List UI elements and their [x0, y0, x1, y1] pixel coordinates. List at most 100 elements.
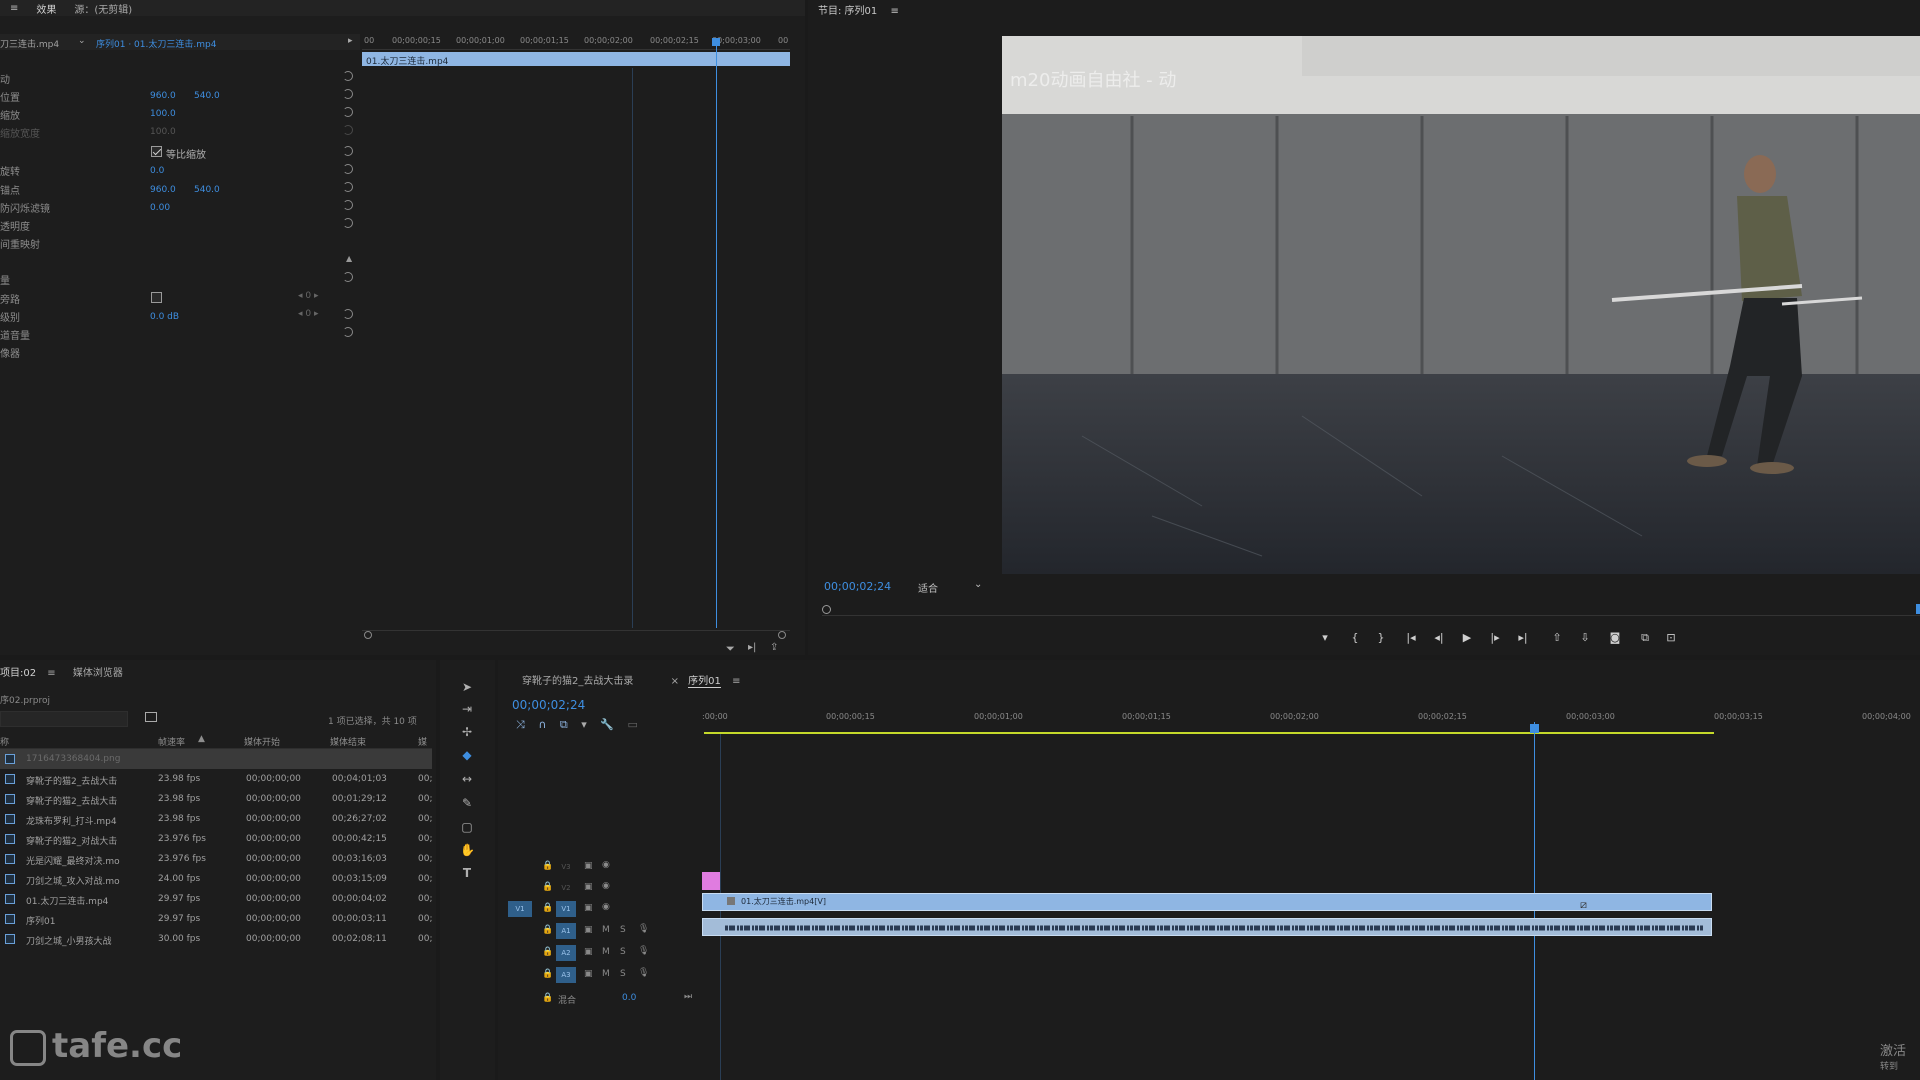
captions-icon[interactable]: ▭ — [627, 718, 637, 731]
list-item[interactable]: 穿靴子的猫2_去战大击 23.98 fps 00;00;00;00 00;01;29;… — [0, 789, 432, 809]
source-clip-name[interactable]: 刀三连击.mp4 — [0, 37, 59, 50]
tab-media-browser[interactable]: 媒体浏览器 — [73, 668, 123, 679]
list-item[interactable]: 刀剑之城_小男孩大战 30.00 fps 00;00;00;00 00;02;08;1… — [0, 929, 432, 949]
col-media-end[interactable]: 媒体结束 — [330, 735, 366, 748]
lock-icon[interactable]: 🔒 — [542, 993, 553, 1003]
solo-button[interactable]: S — [620, 969, 626, 979]
keyframe-nav[interactable]: ◂ 0 ▸ — [298, 291, 319, 301]
track-label[interactable]: V3 — [556, 859, 576, 875]
play-triangle-icon[interactable]: ▸ — [348, 36, 353, 46]
export-icon[interactable]: ⇪ — [770, 642, 778, 653]
track-select-tool-icon[interactable]: ⇥ — [460, 702, 474, 716]
mute-icon[interactable]: ▣ — [584, 925, 593, 935]
snap-icon[interactable]: ∩ — [538, 718, 546, 731]
mix-value[interactable]: 0.0 — [622, 993, 636, 1003]
project-search-input[interactable] — [0, 711, 128, 727]
camera-icon[interactable]: ◙ — [1608, 631, 1622, 645]
scroll-handle-right[interactable] — [778, 631, 786, 639]
track-label[interactable]: V2 — [556, 880, 576, 896]
selection-tool-icon[interactable]: ➤ — [460, 680, 474, 694]
razor-tool-icon[interactable]: ◆ — [460, 748, 474, 762]
solo-button[interactable]: S — [620, 925, 626, 935]
go-to-out-icon[interactable]: ▸| — [1516, 631, 1530, 645]
reset-icon[interactable] — [343, 200, 353, 210]
list-item[interactable]: 光是闪耀_最终对决.mo 23.976 fps 00;00;00;00 00;03;1… — [0, 849, 432, 869]
audio-clip-a1[interactable] — [702, 918, 1712, 936]
wrench-icon[interactable]: 🔧 — [600, 718, 614, 731]
eye-icon[interactable]: ◉ — [602, 902, 610, 912]
eye-icon[interactable]: ◉ — [602, 860, 610, 870]
tab-effect-controls[interactable]: 效果 — [36, 1, 56, 16]
reset-icon[interactable] — [343, 182, 353, 192]
mute-icon[interactable]: ▣ — [584, 947, 593, 957]
list-item[interactable]: 1716473368404.png — [0, 749, 432, 769]
solo-button[interactable]: S — [620, 947, 626, 957]
lock-icon[interactable]: 🔒 — [542, 903, 553, 913]
track-label[interactable]: V1 — [556, 901, 576, 917]
effect-ruler[interactable]: 00 00;00;00;15 00;00;01;00 00;00;01;15 0… — [362, 32, 790, 50]
linked-selection-icon[interactable]: ⧉ — [560, 718, 568, 731]
video-frame[interactable]: m20动画自由社 - 动 — [1002, 36, 1920, 574]
mute-button[interactable]: M — [602, 925, 610, 935]
tab-project[interactable]: 项目:02 — [0, 668, 36, 679]
add-marker-icon[interactable]: ▾ — [1318, 631, 1332, 645]
timeline-timecode[interactable]: 00;00;02;24 — [512, 698, 585, 712]
effect-zoom-scrollbar[interactable] — [362, 630, 790, 640]
close-icon[interactable]: × — [671, 676, 679, 687]
scale-value[interactable]: 100.0 — [150, 109, 176, 119]
tab-sequence-other[interactable]: 穿靴子的猫2_去战大击录 — [522, 676, 633, 687]
col-fps[interactable]: 帧速率 — [158, 735, 185, 748]
hand-tool-icon[interactable]: ✋ — [460, 843, 475, 857]
go-to-end-icon[interactable]: ⏭ — [684, 992, 692, 1002]
keyframe-nav[interactable]: ◂ 0 ▸ — [298, 309, 319, 319]
effect-playhead-handle[interactable] — [712, 38, 720, 46]
scrub-start-handle[interactable] — [822, 605, 831, 614]
pink-clip[interactable] — [702, 872, 720, 890]
reset-icon[interactable] — [343, 146, 353, 156]
reset-icon[interactable] — [343, 309, 353, 319]
pen-tool-icon[interactable]: ✎ — [460, 796, 474, 810]
reset-icon[interactable] — [343, 272, 353, 282]
program-timecode[interactable]: 00;00;02;24 — [824, 580, 891, 593]
lock-icon[interactable]: 🔒 — [542, 925, 553, 935]
panel-menu-icon[interactable]: ≡ — [890, 6, 898, 17]
nest-icon[interactable]: ⤨ — [516, 718, 525, 731]
reset-icon[interactable] — [343, 107, 353, 117]
lock-icon[interactable]: 🔒 — [542, 947, 553, 957]
fit-dropdown[interactable]: 适合 ⌄ — [918, 579, 988, 595]
position-x-value[interactable]: 960.0 — [150, 91, 176, 101]
col-media-start[interactable]: 媒体开始 — [244, 735, 280, 748]
timeline-ruler[interactable]: :00;00 00;00;00;15 00;00;01;00 00;00;01;… — [702, 704, 1920, 732]
lift-icon[interactable]: ⇧ — [1550, 631, 1564, 645]
microphone-icon[interactable]: 🎙 — [638, 946, 649, 956]
effect-clip-bar[interactable]: 01.太刀三连击.mp4 — [362, 52, 790, 67]
rotation-value[interactable]: 0.0 — [150, 166, 164, 176]
list-item[interactable]: 01.太刀三连击.mp4 29.97 fps 00;00;00;00 00;00;04… — [0, 889, 432, 909]
mark-out-icon[interactable]: } — [1374, 631, 1388, 645]
sync-lock-icon[interactable]: ▣ — [584, 903, 593, 913]
col-extra[interactable]: 媒 — [418, 735, 427, 748]
anchor-x-value[interactable]: 960.0 — [150, 185, 176, 195]
list-item[interactable]: 穿靴子的猫2_去战大击 23.98 fps 00;00;00;00 00;04;01;… — [0, 769, 432, 789]
slip-tool-icon[interactable]: ↔ — [460, 772, 474, 786]
track-label[interactable]: A3 — [556, 967, 576, 983]
list-item[interactable]: 序列01 29.97 fps 00;00;00;00 00;00;03;11 00; — [0, 909, 432, 929]
anchor-y-value[interactable]: 540.0 — [194, 185, 220, 195]
list-item[interactable]: 穿靴子的猫2_对战大击 23.976 fps 00;00;00;00 00;00;42… — [0, 829, 432, 849]
program-monitor-title-text[interactable]: 节目: 序列01 — [818, 6, 877, 17]
panel-menu-icon[interactable]: ≡ — [732, 676, 740, 687]
track-label[interactable]: A2 — [556, 945, 576, 961]
play-icon[interactable]: ▶ — [1460, 631, 1474, 645]
source-patch-v1[interactable]: V1 — [508, 901, 532, 917]
filter-icon[interactable]: ⏷ — [726, 642, 735, 655]
reset-icon[interactable] — [343, 125, 353, 135]
reset-icon[interactable] — [343, 327, 353, 337]
add-marker-icon[interactable]: ▾ — [581, 718, 587, 731]
vr-icon[interactable]: ⊡ — [1664, 631, 1678, 645]
program-scrub-bar[interactable] — [822, 604, 1920, 616]
microphone-icon[interactable]: 🎙 — [638, 924, 649, 934]
mute-button[interactable]: M — [602, 969, 610, 979]
panel-menu-icon[interactable]: ≡ — [47, 668, 55, 679]
eye-icon[interactable]: ◉ — [602, 881, 610, 891]
sort-ascending-icon[interactable]: ▲ — [198, 734, 205, 744]
